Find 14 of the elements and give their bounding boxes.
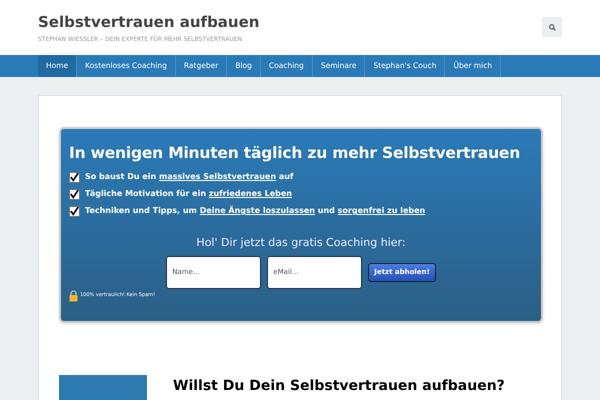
padlock-icon xyxy=(69,290,78,302)
benefit-link[interactable]: sorgenfrei zu leben xyxy=(338,206,426,215)
search-icon xyxy=(548,24,556,30)
site-title[interactable]: Selbstvertrauen aufbauen xyxy=(38,12,260,32)
benefit-link[interactable]: zufriedenes Leben xyxy=(208,189,292,198)
benefit-link[interactable]: massives Selbstvertrauen xyxy=(159,172,276,181)
benefit-text: Tägliche Motivation für ein zufriedenes Leben xyxy=(85,188,292,200)
search-button[interactable] xyxy=(542,17,562,37)
optin-headline: In wenigen Minuten täglich zu mehr Selbstvertrauen xyxy=(69,143,522,164)
benefit-text: Techniken und Tipps, um Deine Ängste loszulassen und sorgenfrei zu leben xyxy=(85,205,426,217)
cta-text: Hol' Dir jetzt das gratis Coaching hier: xyxy=(195,235,407,251)
benefit-link[interactable]: Deine Ängste loszulassen xyxy=(200,206,315,215)
benefit-text: So baust Du ein massives Selbstvertrauen auf xyxy=(85,171,294,183)
article-heading: Willst Du Dein Selbstvertrauen aufbauen? xyxy=(173,377,505,396)
